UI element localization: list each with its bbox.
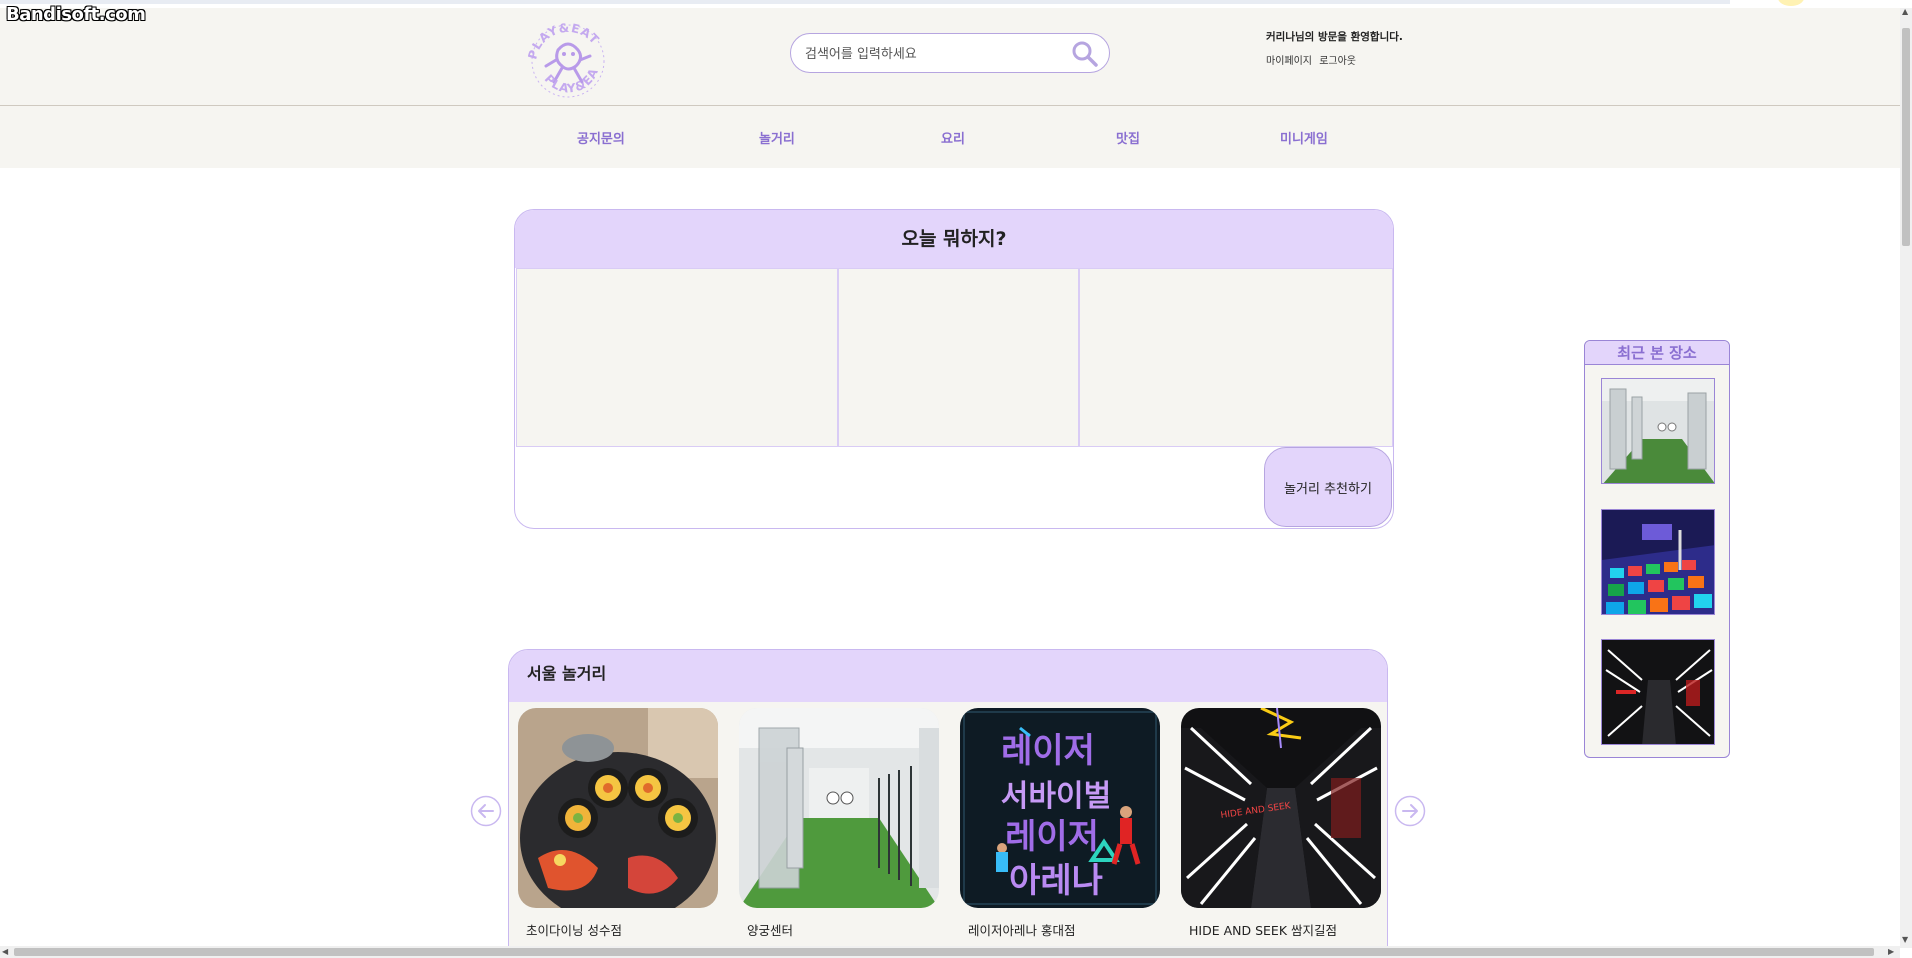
scroll-up-icon[interactable]: ▲: [1902, 6, 1908, 18]
archery-range-image: [739, 708, 939, 908]
carousel-prev-button[interactable]: [470, 795, 502, 827]
nav-item-cooking[interactable]: 요리: [941, 128, 965, 147]
arrow-right-icon: [1394, 795, 1426, 827]
user-links: 마이페이지 로그아웃: [1266, 52, 1360, 67]
mypage-link[interactable]: 마이페이지: [1266, 56, 1312, 67]
recommend-button[interactable]: 놀거리 추천하기: [1264, 447, 1392, 527]
site-logo[interactable]: PLAY&EAT PLAY&EAT: [528, 20, 608, 102]
horizontal-scroll-thumb[interactable]: [14, 948, 1874, 956]
scroll-left-icon[interactable]: ◀: [2, 946, 8, 958]
archery-image: [1602, 379, 1714, 483]
welcome-message: 커리나님의 방문을 환영합니다.: [1266, 31, 1403, 43]
hide-and-seek-corridor: HIDE AND SEEK: [1181, 708, 1381, 908]
place-card[interactable]: 초이다이닝 성수점: [518, 708, 718, 939]
vertical-scroll-thumb[interactable]: [1902, 28, 1910, 246]
today-panel: 오늘 뭐하지? 놀거리 추천하기: [514, 209, 1394, 529]
seoul-section: 서울 놀거리 초이다이닝 성수점 양궁센터 레이저 서바이벌 레이저 아레나 레…: [508, 649, 1388, 949]
kimbap-image: [518, 708, 718, 908]
search-icon: [1072, 41, 1098, 67]
scroll-right-icon[interactable]: ▶: [1888, 946, 1894, 958]
place-image-hide-and-seek: HIDE AND SEEK: [1181, 708, 1381, 908]
led-floor-image: [1602, 510, 1714, 614]
arrow-left-icon: [470, 795, 502, 827]
place-card[interactable]: 양궁센터: [739, 708, 939, 939]
recent-thumb-led-floor[interactable]: [1601, 509, 1715, 615]
place-card[interactable]: HIDE AND SEEK HIDE AND SEEK 쌈지길점: [1181, 708, 1381, 939]
nav-item-notice[interactable]: 공지문의: [577, 128, 625, 147]
vertical-scrollbar[interactable]: ▲ ▼: [1900, 6, 1912, 948]
place-image-laser-arena: 레이저 서바이벌 레이저 아레나: [960, 708, 1160, 908]
cursor-highlight: [1778, 0, 1804, 6]
place-name: 초이다이닝 성수점: [526, 923, 622, 938]
place-image-kimbap: [518, 708, 718, 908]
place-card[interactable]: 레이저 서바이벌 레이저 아레나 레이저아레나 홍대점: [960, 708, 1160, 939]
poster-line-3: 레이저: [1005, 817, 1099, 857]
nav-item-minigame[interactable]: 미니게임: [1280, 128, 1328, 147]
recent-thumb-hide-and-seek[interactable]: [1601, 639, 1715, 745]
watermark: Bandisoft.com: [6, 4, 146, 25]
logo-wordmark: PLAY&EAT PLAY&EAT: [528, 20, 602, 96]
search-input[interactable]: [805, 43, 1065, 65]
recent-title: 최근 본 장소: [1585, 341, 1729, 365]
main-nav: 공지문의 놀거리 요리 맛집 미니게임: [0, 106, 1900, 168]
hide-and-seek-image: [1602, 640, 1714, 744]
recent-thumb-archery[interactable]: [1601, 378, 1715, 484]
search-box: [790, 33, 1110, 73]
poster-line-4: 아레나: [1009, 861, 1103, 901]
poster-line-2: 서바이벌: [1001, 779, 1111, 814]
place-image-archery: [739, 708, 939, 908]
site-header: PLAY&EAT PLAY&EAT 커리나님의 방문을 환영합니다. 마이페이지…: [0, 8, 1900, 106]
today-title: 오늘 뭐하지?: [515, 210, 1393, 268]
logout-link[interactable]: 로그아웃: [1319, 56, 1356, 67]
laser-arena-poster: 레이저 서바이벌 레이저 아레나: [960, 708, 1160, 908]
nav-item-restaurants[interactable]: 맛집: [1116, 128, 1140, 147]
place-name: HIDE AND SEEK 쌈지길점: [1189, 923, 1337, 938]
seoul-title: 서울 놀거리: [509, 650, 1387, 702]
poster-line-1: 레이저: [1001, 731, 1095, 771]
top-strip: [0, 0, 1730, 4]
carousel-next-button[interactable]: [1394, 795, 1426, 827]
nav-item-play[interactable]: 놀거리: [759, 128, 795, 147]
today-slot: [838, 268, 1079, 447]
horizontal-scrollbar[interactable]: ◀ ▶: [0, 946, 1900, 958]
svg-text:PLAY&EAT: PLAY&EAT: [528, 21, 602, 61]
recent-places: 최근 본 장소: [1584, 340, 1730, 758]
scroll-down-icon[interactable]: ▼: [1902, 934, 1908, 946]
place-name: 레이저아레나 홍대점: [968, 923, 1076, 938]
place-name: 양궁센터: [747, 923, 794, 938]
today-slot: [1079, 268, 1393, 447]
today-slot: [516, 268, 838, 447]
search-button[interactable]: [1071, 40, 1099, 68]
today-slots: [516, 268, 1393, 447]
